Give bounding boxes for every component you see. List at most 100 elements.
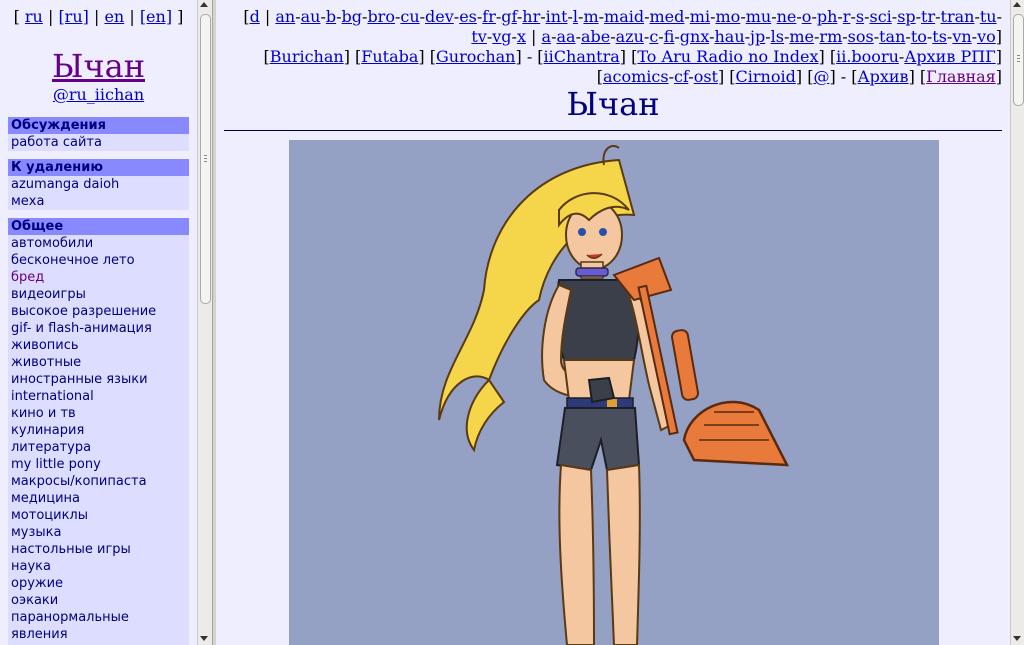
board-link-vo[interactable]: vo <box>977 27 996 46</box>
board-link-gnx[interactable]: gnx <box>680 27 709 46</box>
menu-item[interactable]: azumanga daioh <box>8 176 189 193</box>
menu-item[interactable]: иностранные языки <box>8 371 189 388</box>
board-link-au[interactable]: au <box>301 7 321 26</box>
board-link-es[interactable]: es <box>459 7 477 26</box>
board-link-ls[interactable]: ls <box>771 27 784 46</box>
board-link-azu[interactable]: azu <box>616 27 644 46</box>
menu-item[interactable]: настольные игры <box>8 541 189 558</box>
board-link-a[interactable]: a <box>542 27 552 46</box>
menu-item[interactable]: макросы/копипаста <box>8 473 189 490</box>
board-link-bg[interactable]: bg <box>342 7 362 26</box>
board-link-b[interactable]: b <box>326 7 336 26</box>
board-link-ne[interactable]: ne <box>777 7 797 26</box>
menu-item[interactable]: высокое разрешение <box>8 303 189 320</box>
scroll-down-arrow-icon[interactable] <box>200 636 208 641</box>
main-scrollbar-thumb[interactable] <box>1013 14 1024 106</box>
board-link-tran[interactable]: tran <box>941 7 975 26</box>
board-link-sos[interactable]: sos <box>848 27 874 46</box>
board-link-sci[interactable]: sci <box>869 7 891 26</box>
board-link-tv[interactable]: tv <box>471 27 486 46</box>
board-link-vg[interactable]: vg <box>492 27 511 46</box>
board-link-tr[interactable]: tr <box>921 7 935 26</box>
lang-en-frames-link[interactable]: [en] <box>140 7 172 26</box>
board-link-d[interactable]: d <box>250 7 260 26</box>
menu-item[interactable]: паранормальные <box>8 609 189 626</box>
board-link-mi[interactable]: mi <box>690 7 710 26</box>
board-link-mu[interactable]: mu <box>746 7 771 26</box>
menu-item[interactable]: литература <box>8 439 189 456</box>
board-link-abe[interactable]: abe <box>581 27 610 46</box>
menu-item[interactable]: живопись <box>8 337 189 354</box>
menu-item[interactable]: оэкаки <box>8 592 189 609</box>
lang-ru-frames-link[interactable]: [ru] <box>58 7 88 26</box>
board-link-mo[interactable]: mo <box>716 7 741 26</box>
board-link-rm[interactable]: rm <box>819 27 842 46</box>
left-scrollbar[interactable] <box>197 0 212 645</box>
board-link-x[interactable]: x <box>517 27 526 46</box>
board-link-an[interactable]: an <box>275 7 295 26</box>
board-link-cu[interactable]: cu <box>400 7 419 26</box>
menu-item[interactable]: видеоигры <box>8 286 189 303</box>
scroll-down-arrow-icon[interactable] <box>1013 636 1021 641</box>
scroll-up-arrow-icon[interactable] <box>200 2 208 7</box>
menu-item[interactable]: наука <box>8 558 189 575</box>
left-scrollbar-thumb[interactable] <box>200 14 211 304</box>
board-link-tan[interactable]: tan <box>879 27 905 46</box>
external-link-booru[interactable]: ii.booru <box>836 47 899 66</box>
board-link-fr[interactable]: fr <box>482 7 496 26</box>
style-link-futaba[interactable]: Futaba <box>361 47 418 66</box>
board-link-me[interactable]: me <box>789 27 814 46</box>
lang-ru-link[interactable]: ru <box>25 7 43 26</box>
menu-item[interactable]: gif- и flash-анимация <box>8 320 189 337</box>
twitter-handle-link[interactable]: @ru_iichan <box>53 85 144 104</box>
lang-en-link[interactable]: en <box>104 7 124 26</box>
main-scrollbar[interactable] <box>1010 0 1024 645</box>
board-link-tu[interactable]: tu <box>980 7 997 26</box>
menu-item[interactable]: кино и тв <box>8 405 189 422</box>
board-link-c[interactable]: c <box>649 27 658 46</box>
external-link-radio[interactable]: To Aru Radio no Index <box>637 47 818 66</box>
board-link-o[interactable]: o <box>802 7 812 26</box>
board-link-gf[interactable]: gf <box>501 7 517 26</box>
site-logo-link[interactable]: Ычан <box>52 47 145 85</box>
menu-item[interactable]: автомобили <box>8 235 189 252</box>
menu-item[interactable]: кулинария <box>8 422 189 439</box>
menu-item[interactable]: бесконечное лето <box>8 252 189 269</box>
style-link-gurochan[interactable]: Gurochan <box>436 47 515 66</box>
board-link-m[interactable]: m <box>583 7 598 26</box>
board-link-aa[interactable]: aa <box>556 27 575 46</box>
menu-item[interactable]: медицина <box>8 490 189 507</box>
board-link-hau[interactable]: hau <box>714 27 744 46</box>
menu-item[interactable]: мотоциклы <box>8 507 189 524</box>
menu-item[interactable]: бред <box>8 269 189 286</box>
menu-item[interactable]: животные <box>8 354 189 371</box>
board-link-hr[interactable]: hr <box>522 7 540 26</box>
board-link-jp[interactable]: jp <box>750 27 765 46</box>
style-link-burichan[interactable]: Burichan <box>270 47 344 66</box>
board-link-l[interactable]: l <box>573 7 578 26</box>
board-link-sp[interactable]: sp <box>897 7 915 26</box>
nav-line-2: tv-vg-x | a-aa-abe-azu-c-fi-gnx-hau-jp-l… <box>471 27 1002 46</box>
board-link-fi[interactable]: fi <box>664 27 675 46</box>
menu-item[interactable]: меха <box>8 193 189 210</box>
board-link-vn[interactable]: vn <box>952 27 971 46</box>
scroll-up-arrow-icon[interactable] <box>1013 2 1021 7</box>
board-link-r[interactable]: r <box>843 7 851 26</box>
board-link-bro[interactable]: bro <box>367 7 395 26</box>
menu-item[interactable]: явления <box>8 626 189 643</box>
board-link-int[interactable]: int <box>546 7 568 26</box>
menu-item[interactable]: работа сайта <box>8 134 189 151</box>
board-link-dev[interactable]: dev <box>425 7 454 26</box>
menu-item[interactable]: international <box>8 388 189 405</box>
board-link-to[interactable]: to <box>911 27 927 46</box>
menu-item[interactable]: музыка <box>8 524 189 541</box>
menu-item[interactable]: my little pony <box>8 456 189 473</box>
board-link-med[interactable]: med <box>650 7 685 26</box>
external-link-iichantra[interactable]: iiChantra <box>544 47 620 66</box>
board-link-s[interactable]: s <box>856 7 864 26</box>
board-link-maid[interactable]: maid <box>604 7 644 26</box>
menu-item[interactable]: оружие <box>8 575 189 592</box>
board-link-ts[interactable]: ts <box>932 27 947 46</box>
board-link-ph[interactable]: ph <box>817 7 838 26</box>
external-link-rpg-archive[interactable]: Архив РПГ <box>904 47 995 66</box>
